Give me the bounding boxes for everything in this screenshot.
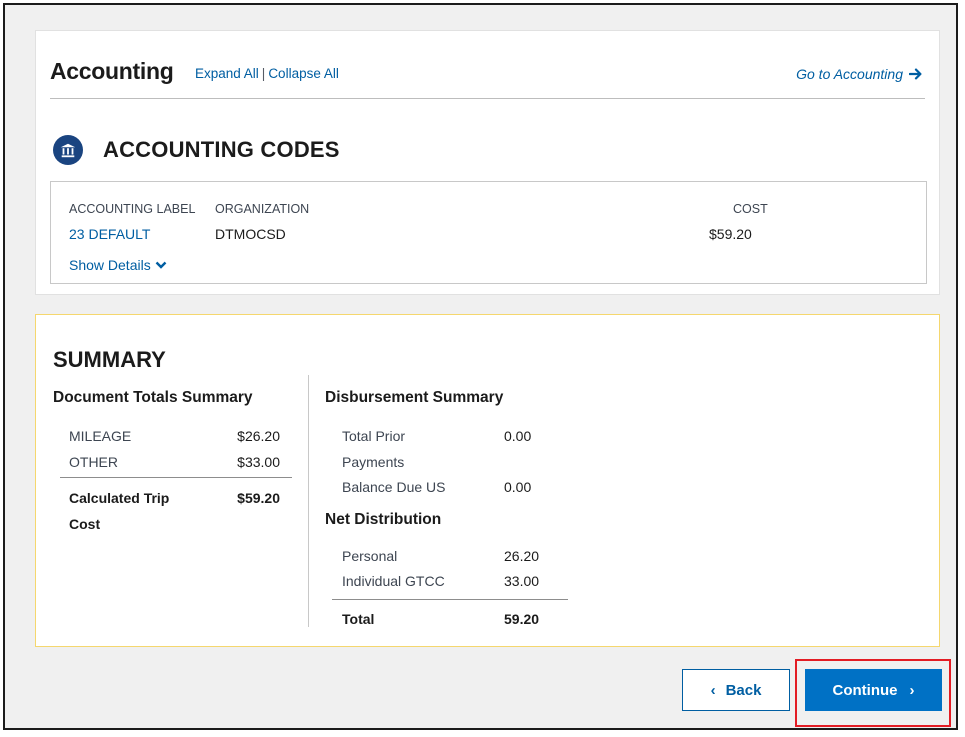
- chevron-left-icon: ‹: [710, 681, 716, 699]
- accounting-codes-header: ACCOUNTING CODES: [53, 135, 340, 165]
- calculated-trip-cost-label: Calculated Trip: [69, 490, 170, 506]
- continue-button-label: Continue: [832, 681, 898, 699]
- doc-item-label: OTHER: [69, 454, 118, 470]
- net-distribution-heading: Net Distribution: [325, 511, 442, 528]
- back-button[interactable]: ‹ Back: [682, 669, 790, 711]
- disbursement-summary-heading: Disbursement Summary: [325, 389, 504, 406]
- link-separator: |: [261, 66, 266, 81]
- net-item-label: Individual GTCC: [342, 573, 445, 589]
- col-header-cost: COST: [733, 202, 768, 216]
- doc-item-value: $33.00: [237, 454, 280, 470]
- continue-button[interactable]: Continue ›: [805, 669, 942, 711]
- col-header-accounting-label: ACCOUNTING LABEL: [69, 202, 196, 216]
- page-title: Accounting: [50, 58, 174, 84]
- col-header-organization: ORGANIZATION: [215, 202, 310, 216]
- collapse-all-link[interactable]: Collapse All: [268, 66, 339, 81]
- accounting-label-link[interactable]: 23 DEFAULT: [69, 226, 150, 242]
- total-prior-payments-value: 0.00: [504, 428, 532, 444]
- total-prior-payments-label-cont: Payments: [342, 454, 405, 470]
- summary-column-divider: [308, 375, 309, 627]
- summary-card: SUMMARY Document Totals Summary MILEAGE …: [35, 314, 940, 647]
- bank-icon: [53, 135, 83, 165]
- expand-all-link[interactable]: Expand All: [195, 66, 259, 81]
- go-to-accounting-label: Go to Accounting: [796, 66, 903, 82]
- show-details-label: Show Details: [69, 257, 151, 273]
- arrow-right-icon: [909, 68, 922, 80]
- net-item-label: Personal: [342, 548, 398, 564]
- calculated-trip-cost-label-cont: Cost: [69, 516, 101, 532]
- page-frame: Accounting Expand All | Collapse All Go to…: [3, 3, 958, 730]
- net-distribution-divider: [332, 599, 568, 600]
- back-button-label: Back: [725, 681, 762, 699]
- summary-title: SUMMARY: [53, 347, 166, 372]
- total-prior-payments-label: Total Prior: [342, 428, 406, 444]
- expand-collapse-links: Expand All | Collapse All: [195, 66, 339, 81]
- accounting-card: Accounting Expand All | Collapse All Go to…: [35, 30, 940, 295]
- accounting-codes-table: ACCOUNTING LABEL ORGANIZATION COST 23 DE…: [50, 181, 927, 284]
- chevron-down-icon: [155, 261, 167, 269]
- organization-value: DTMOCSD: [215, 226, 286, 242]
- cost-value: $59.20: [709, 226, 752, 242]
- doc-item-value: $26.20: [237, 428, 280, 444]
- net-item-value: 26.20: [504, 548, 540, 564]
- go-to-accounting-link[interactable]: Go to Accounting: [796, 66, 923, 82]
- document-totals-heading: Document Totals Summary: [53, 389, 253, 406]
- doc-totals-divider: [60, 477, 292, 478]
- balance-due-label: Balance Due US: [342, 479, 446, 495]
- net-total-value: 59.20: [504, 611, 540, 627]
- net-item-value: 33.00: [504, 573, 540, 589]
- balance-due-value: 0.00: [504, 479, 532, 495]
- chevron-right-icon: ›: [909, 681, 915, 699]
- accounting-codes-title: ACCOUNTING CODES: [103, 137, 340, 162]
- net-total-label: Total: [342, 611, 375, 627]
- header-divider: [50, 98, 925, 99]
- calculated-trip-cost-value: $59.20: [237, 490, 280, 506]
- show-details-toggle[interactable]: Show Details: [69, 257, 167, 273]
- doc-item-label: MILEAGE: [69, 428, 132, 444]
